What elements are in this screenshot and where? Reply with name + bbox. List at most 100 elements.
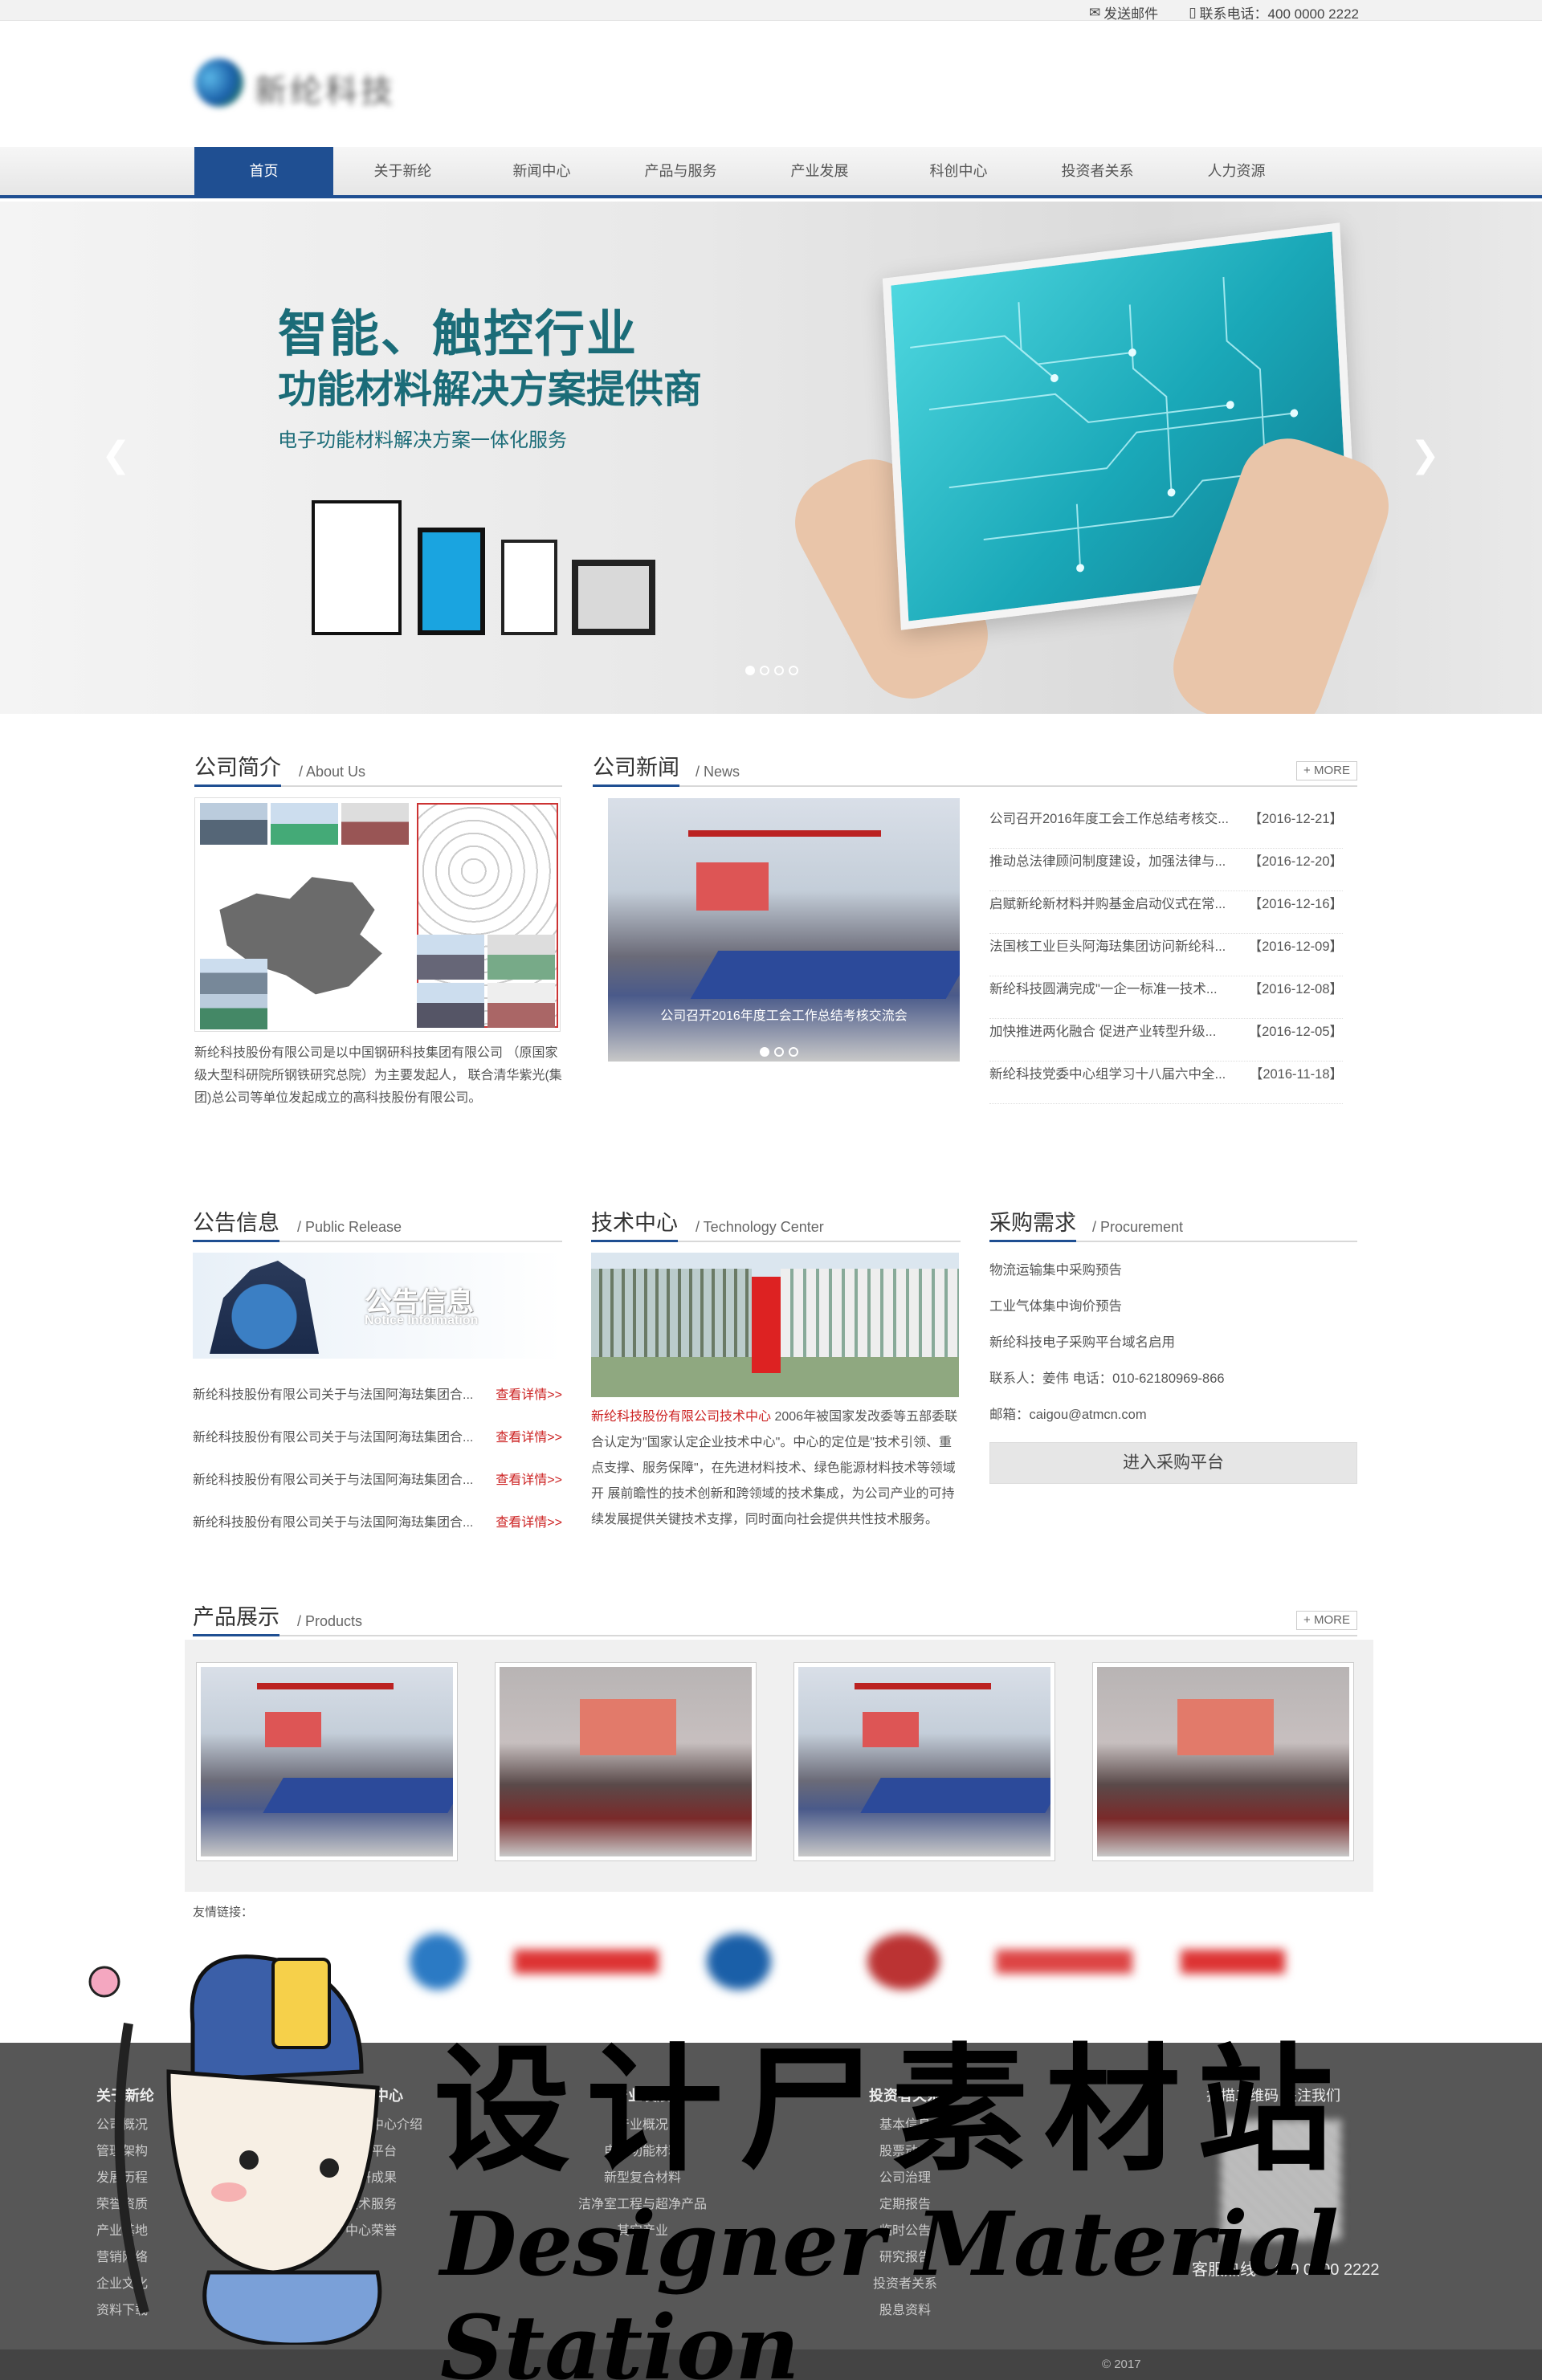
footer-link[interactable]: 科研成果 <box>345 2165 422 2191</box>
footer-link[interactable]: 发展历程 <box>96 2165 154 2191</box>
news-more-button[interactable]: + MORE <box>1296 761 1357 780</box>
footer-link[interactable]: 营销网络 <box>96 2244 154 2271</box>
footer-link[interactable]: 基本信息 <box>869 2112 941 2138</box>
public-item[interactable]: 新纶科技股份有限公司关于与法国阿海珐集团合... 查看详情>> <box>193 1511 562 1554</box>
footer-link[interactable]: 研发平台 <box>345 2138 422 2165</box>
friend-link-logo-4[interactable] <box>867 1934 948 1990</box>
friend-link-logo-2[interactable] <box>514 1934 659 1990</box>
friend-link-logo-5[interactable] <box>996 1934 1140 1990</box>
friend-link-logo-1[interactable] <box>394 1934 482 1990</box>
footer-link[interactable]: 股息资料 <box>869 2297 941 2324</box>
footer-link[interactable]: 电子功能材料 <box>578 2138 707 2165</box>
banner-dot-3[interactable] <box>774 666 784 675</box>
tech-text: 新纶科技股份有限公司技术中心 2006年被国家发改委等五部委联合认定为"国家认定… <box>591 1404 961 1533</box>
banner-dot-2[interactable] <box>760 666 769 675</box>
footer-link[interactable]: 技术服务 <box>345 2191 422 2218</box>
company-logo[interactable]: 新纶科技 <box>195 54 408 110</box>
public-item-more[interactable]: 查看详情>> <box>496 1511 562 1554</box>
nav-item-investors[interactable]: 投资者关系 <box>1028 147 1167 195</box>
friend-link-logo-6[interactable] <box>1181 1934 1293 1990</box>
public-item[interactable]: 新纶科技股份有限公司关于与法国阿海珐集团合... 查看详情>> <box>193 1469 562 1511</box>
banner-next-arrow[interactable]: ❯ <box>1410 434 1440 475</box>
footer-link[interactable]: 产业基地 <box>96 2218 154 2244</box>
public-item-title: 新纶科技股份有限公司关于与法国阿海珐集团合... <box>193 1473 474 1487</box>
nav-item-products[interactable]: 产品与服务 <box>611 147 750 195</box>
footer-link[interactable]: 投资者关系 <box>869 2271 941 2297</box>
news-item[interactable]: 启赋新纶新材料并购基金启动仪式在常... 【2016-12-16】 <box>989 891 1343 934</box>
product-panel-2 <box>418 528 485 635</box>
tech-text-highlight[interactable]: 新纶科技股份有限公司技术中心 <box>591 1410 771 1424</box>
footer-link[interactable]: 中心荣誉 <box>345 2218 422 2244</box>
phone-icon: ▯ <box>1189 4 1197 20</box>
friend-link-logo-3[interactable] <box>707 1934 779 1990</box>
product-card-1[interactable] <box>196 1662 458 1861</box>
banner-dot-4[interactable] <box>789 666 798 675</box>
banner-prev-arrow[interactable]: ❮ <box>101 434 131 475</box>
products-more-button[interactable]: + MORE <box>1296 1611 1357 1630</box>
qr-code <box>1221 2120 1341 2240</box>
footer-col-about: 关于新纶 公司概况 管理架构 发展历程 荣誉资质 产业基地 营销网络 企业文化 … <box>96 2085 154 2324</box>
footer-link[interactable]: 公司概况 <box>96 2112 154 2138</box>
product-panel-1 <box>312 500 402 635</box>
about-collage[interactable] <box>194 797 561 1032</box>
news-dot-1[interactable] <box>760 1047 769 1057</box>
footer-link[interactable]: 荣誉资质 <box>96 2191 154 2218</box>
nav-item-home[interactable]: 首页 <box>194 147 333 198</box>
nav-item-hr[interactable]: 人力资源 <box>1167 147 1306 195</box>
public-item-more[interactable]: 查看详情>> <box>496 1426 562 1469</box>
public-item[interactable]: 新纶科技股份有限公司关于与法国阿海珐集团合... 查看详情>> <box>193 1384 562 1426</box>
news-dot-3[interactable] <box>789 1047 798 1057</box>
news-item[interactable]: 公司召开2016年度工会工作总结考核交... 【2016-12-21】 <box>989 806 1343 849</box>
news-item[interactable]: 加快推进两化融合 促进产业转型升级... 【2016-12-05】 <box>989 1019 1343 1062</box>
footer-link[interactable]: 其它产业 <box>578 2218 707 2244</box>
banner-dot-1[interactable] <box>745 666 755 675</box>
news-item-date: 【2016-12-21】 <box>1248 812 1343 826</box>
procurement-item[interactable]: 物流运输集中采购预告 <box>989 1259 1359 1295</box>
product-image <box>500 1667 752 1856</box>
footer-link[interactable]: 科创中心介绍 <box>345 2112 422 2138</box>
product-card-3[interactable] <box>793 1662 1055 1861</box>
nav-item-about[interactable]: 关于新纶 <box>333 147 472 195</box>
hero-banner: 智能、触控行业 功能材料解决方案提供商 电子功能材料解决方案一体化服务 ❮ ❯ <box>0 202 1542 714</box>
news-item[interactable]: 推动总法律顾问制度建设，加强法律与... 【2016-12-20】 <box>989 849 1343 891</box>
footer-link[interactable]: 产业概况 <box>578 2112 707 2138</box>
product-card-2[interactable] <box>495 1662 757 1861</box>
nav-item-innovation[interactable]: 科创中心 <box>889 147 1028 195</box>
footer-link[interactable]: 企业文化 <box>96 2271 154 2297</box>
send-email-link[interactable]: ✉ 发送邮件 <box>1089 2 1158 22</box>
tech-section-title: 技术中心 / Technology Center <box>591 1208 961 1242</box>
news-dot-2[interactable] <box>774 1047 784 1057</box>
footer-link[interactable]: 公司治理 <box>869 2165 941 2191</box>
footer-link[interactable]: 资料下载 <box>96 2297 154 2324</box>
footer-link[interactable]: 定期报告 <box>869 2191 941 2218</box>
tech-building-image[interactable] <box>591 1253 959 1397</box>
news-item[interactable]: 法国核工业巨头阿海珐集团访问新纶科... 【2016-12-09】 <box>989 934 1343 976</box>
product-card-4[interactable] <box>1092 1662 1354 1861</box>
nav-item-news[interactable]: 新闻中心 <box>472 147 611 195</box>
public-item[interactable]: 新纶科技股份有限公司关于与法国阿海珐集团合... 查看详情>> <box>193 1426 562 1469</box>
procurement-platform-button[interactable]: 进入采购平台 <box>989 1442 1357 1484</box>
top-bar: ✉ 发送邮件 ▯ 联系电话：400 0000 2222 <box>0 0 1542 22</box>
news-item[interactable]: 新纶科技圆满完成"一企一标准一技术... 【2016-12-08】 <box>989 976 1343 1019</box>
procurement-subtitle: / Procurement <box>1092 1219 1184 1235</box>
banner-subtitle: 电子功能材料解决方案一体化服务 <box>278 430 567 451</box>
footer-link[interactable]: 临时公告 <box>869 2218 941 2244</box>
public-item-more[interactable]: 查看详情>> <box>496 1384 562 1426</box>
procurement-item[interactable]: 新纶科技电子采购平台域名启用 <box>989 1331 1359 1367</box>
footer-link[interactable]: 新型复合材料 <box>578 2165 707 2191</box>
public-banner-image[interactable]: 公告信息 Notice Information <box>193 1253 562 1359</box>
nav-item-industry[interactable]: 产业发展 <box>750 147 889 195</box>
footer-link[interactable]: 管理架构 <box>96 2138 154 2165</box>
product-image <box>1097 1667 1349 1856</box>
collage-photo-7 <box>487 935 555 980</box>
procurement-item[interactable]: 工业气体集中询价预告 <box>989 1295 1359 1331</box>
news-item[interactable]: 新纶科技党委中心组学习十八届六中全... 【2016-11-18】 <box>989 1062 1343 1104</box>
footer-link[interactable]: 洁净室工程与超净产品 <box>578 2191 707 2218</box>
products-subtitle: / Products <box>297 1613 363 1629</box>
footer-link[interactable]: 研究报告 <box>869 2244 941 2271</box>
footer-link[interactable]: 股票动态 <box>869 2138 941 2165</box>
public-item-more[interactable]: 查看详情>> <box>496 1469 562 1511</box>
public-section-title: 公告信息 / Public Release <box>193 1208 562 1242</box>
product-image <box>201 1667 453 1856</box>
news-item-title: 推动总法律顾问制度建设，加强法律与... <box>989 854 1226 869</box>
